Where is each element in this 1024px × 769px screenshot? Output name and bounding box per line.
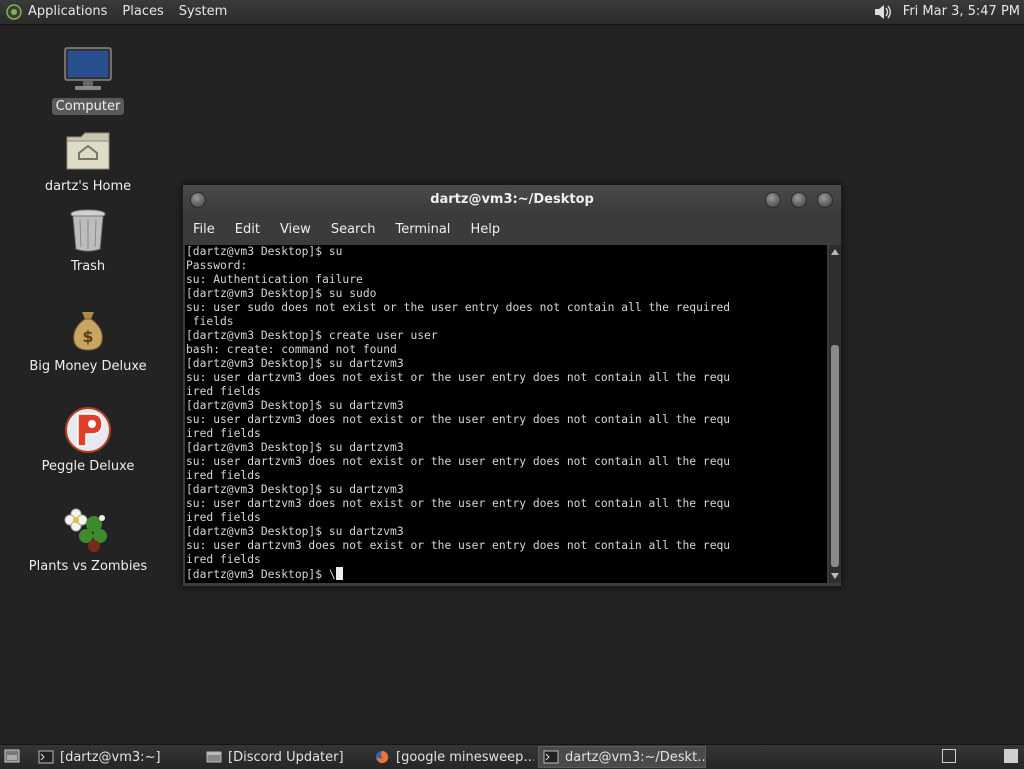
menu-search[interactable]: Search <box>331 222 376 237</box>
svg-text:$: $ <box>82 327 93 346</box>
terminal-line: su: Authentication failure <box>186 273 363 286</box>
terminal-scrollbar[interactable] <box>829 245 841 583</box>
desktop-icon-big-money[interactable]: $ Big Money Deluxe <box>23 304 153 375</box>
menu-help[interactable]: Help <box>470 222 500 237</box>
terminal-line: ired fields <box>186 469 261 482</box>
menu-file[interactable]: File <box>193 222 215 237</box>
taskbar-item-label: [google minesweep… <box>396 749 534 765</box>
desktop-icon-label: Trash <box>70 259 106 274</box>
peggle-icon <box>65 407 111 453</box>
trash-icon <box>70 209 106 252</box>
system-tray: Fri Mar 3, 5:47 PM <box>873 0 1020 24</box>
terminal-menubar: File Edit View Search Terminal Help <box>183 215 841 243</box>
flower-icon <box>64 508 107 552</box>
main-menu-bar: Applications Places System <box>6 0 242 24</box>
terminal-window: dartz@vm3:~/Desktop File Edit View Searc… <box>182 184 842 587</box>
workspace-switcher-2[interactable] <box>1004 749 1018 763</box>
terminal-line: [dartz@vm3 Desktop]$ su dartzvm3 <box>186 525 404 538</box>
taskbar-item[interactable]: [Discord Updater] <box>202 746 364 768</box>
window-menu-icon[interactable] <box>190 192 206 208</box>
terminal-line: su: user dartzvm3 does not exist or the … <box>186 455 731 468</box>
terminal-line: su: user sudo does not exist or the user… <box>186 301 731 314</box>
terminal-line: fields <box>186 315 234 328</box>
terminal-output[interactable]: [dartz@vm3 Desktop]$ su Password: su: Au… <box>185 245 827 583</box>
system-menu[interactable]: System <box>179 0 227 24</box>
desktop-icon-label: Big Money Deluxe <box>29 359 147 374</box>
terminal-icon <box>38 750 54 764</box>
home-folder-icon <box>66 132 110 170</box>
taskbar-item-label: dartz@vm3:~/Deskt… <box>565 749 706 765</box>
top-panel: Applications Places System Fri Mar 3, 5:… <box>0 0 1024 25</box>
desktop-icon-plants-vs-zombies[interactable]: Plants vs Zombies <box>23 504 153 575</box>
gnome-foot-icon[interactable] <box>6 4 22 20</box>
terminal-line: ired fields <box>186 427 261 440</box>
terminal-line: [dartz@vm3 Desktop]$ su dartzvm3 <box>186 357 404 370</box>
text-cursor <box>335 567 343 580</box>
terminal-line: su: user dartzvm3 does not exist or the … <box>186 371 731 384</box>
terminal-line: su: user dartzvm3 does not exist or the … <box>186 539 731 552</box>
terminal-prompt[interactable]: [dartz@vm3 Desktop]$ \ <box>186 568 336 581</box>
window-title: dartz@vm3:~/Desktop <box>430 192 594 207</box>
terminal-line: [dartz@vm3 Desktop]$ su dartzvm3 <box>186 399 404 412</box>
menu-terminal[interactable]: Terminal <box>395 222 450 237</box>
window-icon <box>206 751 222 763</box>
terminal-line: [dartz@vm3 Desktop]$ su <box>186 245 343 258</box>
terminal-line: ired fields <box>186 553 261 566</box>
window-titlebar[interactable]: dartz@vm3:~/Desktop <box>183 185 841 215</box>
places-menu[interactable]: Places <box>122 0 163 24</box>
menu-view[interactable]: View <box>280 222 311 237</box>
taskbar-item-label: [dartz@vm3:~] <box>60 749 161 765</box>
terminal-line: ired fields <box>186 385 261 398</box>
desktop-icon-label: dartz's Home <box>44 179 132 194</box>
volume-icon[interactable] <box>873 2 895 22</box>
applications-menu[interactable]: Applications <box>28 0 107 24</box>
desktop-icon-label: Computer <box>51 98 125 115</box>
desktop-icon-peggle[interactable]: Peggle Deluxe <box>23 404 153 475</box>
maximize-button[interactable] <box>791 192 807 208</box>
desktop-icon-trash[interactable]: Trash <box>23 204 153 275</box>
taskbar-item-active[interactable]: dartz@vm3:~/Deskt… <box>538 746 706 768</box>
minimize-button[interactable] <box>765 192 781 208</box>
terminal-line: Password: <box>186 259 248 272</box>
terminal-icon <box>543 750 559 764</box>
scroll-down-icon[interactable] <box>831 573 839 579</box>
terminal-line: [dartz@vm3 Desktop]$ create user user <box>186 329 438 342</box>
terminal-line: bash: create: command not found <box>186 343 397 356</box>
taskbar-item[interactable]: [dartz@vm3:~] <box>34 746 196 768</box>
show-desktop-icon[interactable] <box>4 749 20 763</box>
taskbar-item-label: [Discord Updater] <box>228 749 344 765</box>
terminal-line: su: user dartzvm3 does not exist or the … <box>186 497 731 510</box>
scroll-up-icon[interactable] <box>831 249 839 255</box>
desktop-icon-label: Peggle Deluxe <box>41 459 135 474</box>
workspace-switcher-1[interactable] <box>942 749 956 763</box>
close-button[interactable] <box>817 192 833 208</box>
terminal-line: [dartz@vm3 Desktop]$ su dartzvm3 <box>186 441 404 454</box>
scrollbar-thumb[interactable] <box>831 345 839 567</box>
computer-icon <box>64 47 112 90</box>
terminal-line: ired fields <box>186 511 261 524</box>
desktop-icon-computer[interactable]: Computer <box>23 44 153 115</box>
clock[interactable]: Fri Mar 3, 5:47 PM <box>903 0 1020 24</box>
terminal-line: [dartz@vm3 Desktop]$ su sudo <box>186 287 377 300</box>
desktop-icon-home[interactable]: dartz's Home <box>23 124 153 195</box>
terminal-line: [dartz@vm3 Desktop]$ su dartzvm3 <box>186 483 404 496</box>
menu-edit[interactable]: Edit <box>235 222 260 237</box>
firefox-icon <box>375 750 389 764</box>
taskbar-item[interactable]: [google minesweep… <box>370 746 534 768</box>
money-bag-icon: $ <box>73 312 103 351</box>
desktop-icon-label: Plants vs Zombies <box>28 559 148 574</box>
bottom-panel: [dartz@vm3:~] [Discord Updater] [google … <box>0 744 1024 769</box>
terminal-line: su: user dartzvm3 does not exist or the … <box>186 413 731 426</box>
